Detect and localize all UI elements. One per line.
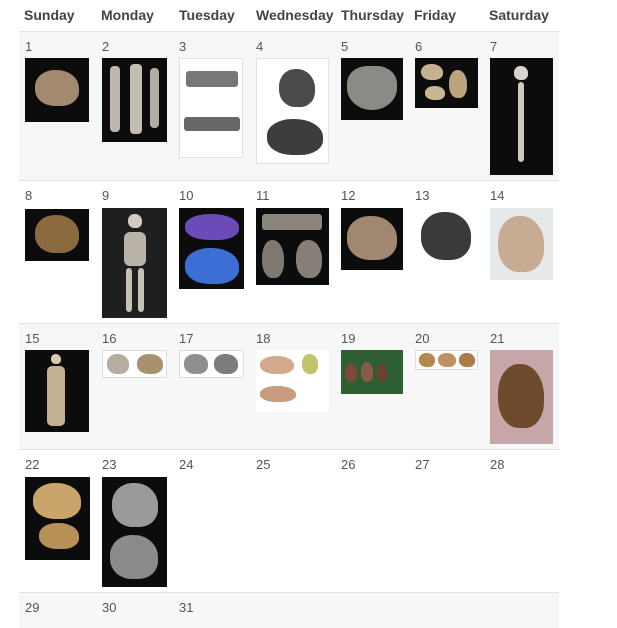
jaw-fragments-icon[interactable] [256, 350, 329, 412]
day-number: 24 [179, 457, 194, 472]
day-number: 17 [179, 331, 194, 346]
day-number: 9 [102, 188, 110, 203]
day-number: 20 [415, 331, 430, 346]
day-number: 25 [256, 457, 271, 472]
week-row-2: 8 9 10 11 12 13 14 [19, 180, 559, 324]
day-number: 3 [179, 39, 187, 54]
jaw-photo-icon[interactable] [341, 58, 403, 120]
day-number: 23 [102, 457, 117, 472]
week-row-3: 15 16 17 18 19 20 21 [19, 323, 559, 450]
jaw-fragments-icon[interactable] [256, 208, 329, 285]
skeleton-photo-icon[interactable] [490, 58, 553, 175]
header-saturday: Saturday [489, 7, 549, 23]
day-number: 13 [415, 188, 430, 203]
skulls-pair-icon[interactable] [179, 350, 244, 378]
skull-photo-icon[interactable] [25, 477, 90, 560]
header-sunday: Sunday [24, 7, 75, 23]
fragments-photo-icon[interactable] [415, 58, 478, 108]
day-number: 19 [341, 331, 356, 346]
week-row-4: 22 23 24 25 26 27 28 [19, 449, 559, 593]
bones-photo-icon[interactable] [102, 58, 167, 142]
skull-photo-icon[interactable] [341, 208, 403, 270]
skull-photo-icon[interactable] [25, 209, 89, 261]
day-number: 30 [102, 600, 117, 615]
day-number: 28 [490, 457, 505, 472]
day-number: 27 [415, 457, 430, 472]
day-number: 6 [415, 39, 423, 54]
day-number: 18 [256, 331, 271, 346]
header-tuesday: Tuesday [179, 7, 235, 23]
day-number: 22 [25, 457, 40, 472]
day-number: 4 [256, 39, 264, 54]
week-row-5: 29 30 31 [19, 592, 559, 628]
day-number: 29 [25, 600, 40, 615]
day-number: 14 [490, 188, 505, 203]
header-thursday: Thursday [341, 7, 405, 23]
teeth-photo-icon[interactable] [341, 350, 403, 394]
day-number: 15 [25, 331, 40, 346]
skulls-pair-icon[interactable] [102, 350, 167, 378]
day-number: 31 [179, 600, 194, 615]
skeleton-photo-icon[interactable] [25, 350, 89, 432]
bone-drawing-icon[interactable] [179, 58, 243, 158]
header-wednesday: Wednesday [256, 7, 334, 23]
skull-drawing-icon[interactable] [415, 208, 478, 268]
skull-views-icon[interactable] [102, 477, 167, 587]
skull-photo-icon[interactable] [490, 350, 553, 444]
day-number: 7 [490, 39, 498, 54]
day-number: 10 [179, 188, 194, 203]
day-number: 2 [102, 39, 110, 54]
skull-photo-icon[interactable] [25, 58, 89, 122]
day-number: 12 [341, 188, 356, 203]
header-friday: Friday [414, 7, 457, 23]
skulls-row-icon[interactable] [415, 350, 478, 370]
day-number: 21 [490, 331, 505, 346]
header-monday: Monday [101, 7, 154, 23]
skull-views-icon[interactable] [256, 58, 329, 164]
week-row-1: 1 2 3 4 5 6 7 [19, 31, 559, 181]
day-number: 8 [25, 188, 33, 203]
day-number: 1 [25, 39, 33, 54]
day-number: 5 [341, 39, 349, 54]
day-number: 16 [102, 331, 117, 346]
skull-photo-icon[interactable] [490, 208, 553, 280]
day-number: 11 [256, 188, 270, 203]
weekday-header: Sunday Monday Tuesday Wednesday Thursday… [0, 0, 560, 32]
skull-scan-icon[interactable] [179, 208, 244, 289]
skeleton-photo-icon[interactable] [102, 208, 167, 318]
day-number: 26 [341, 457, 356, 472]
